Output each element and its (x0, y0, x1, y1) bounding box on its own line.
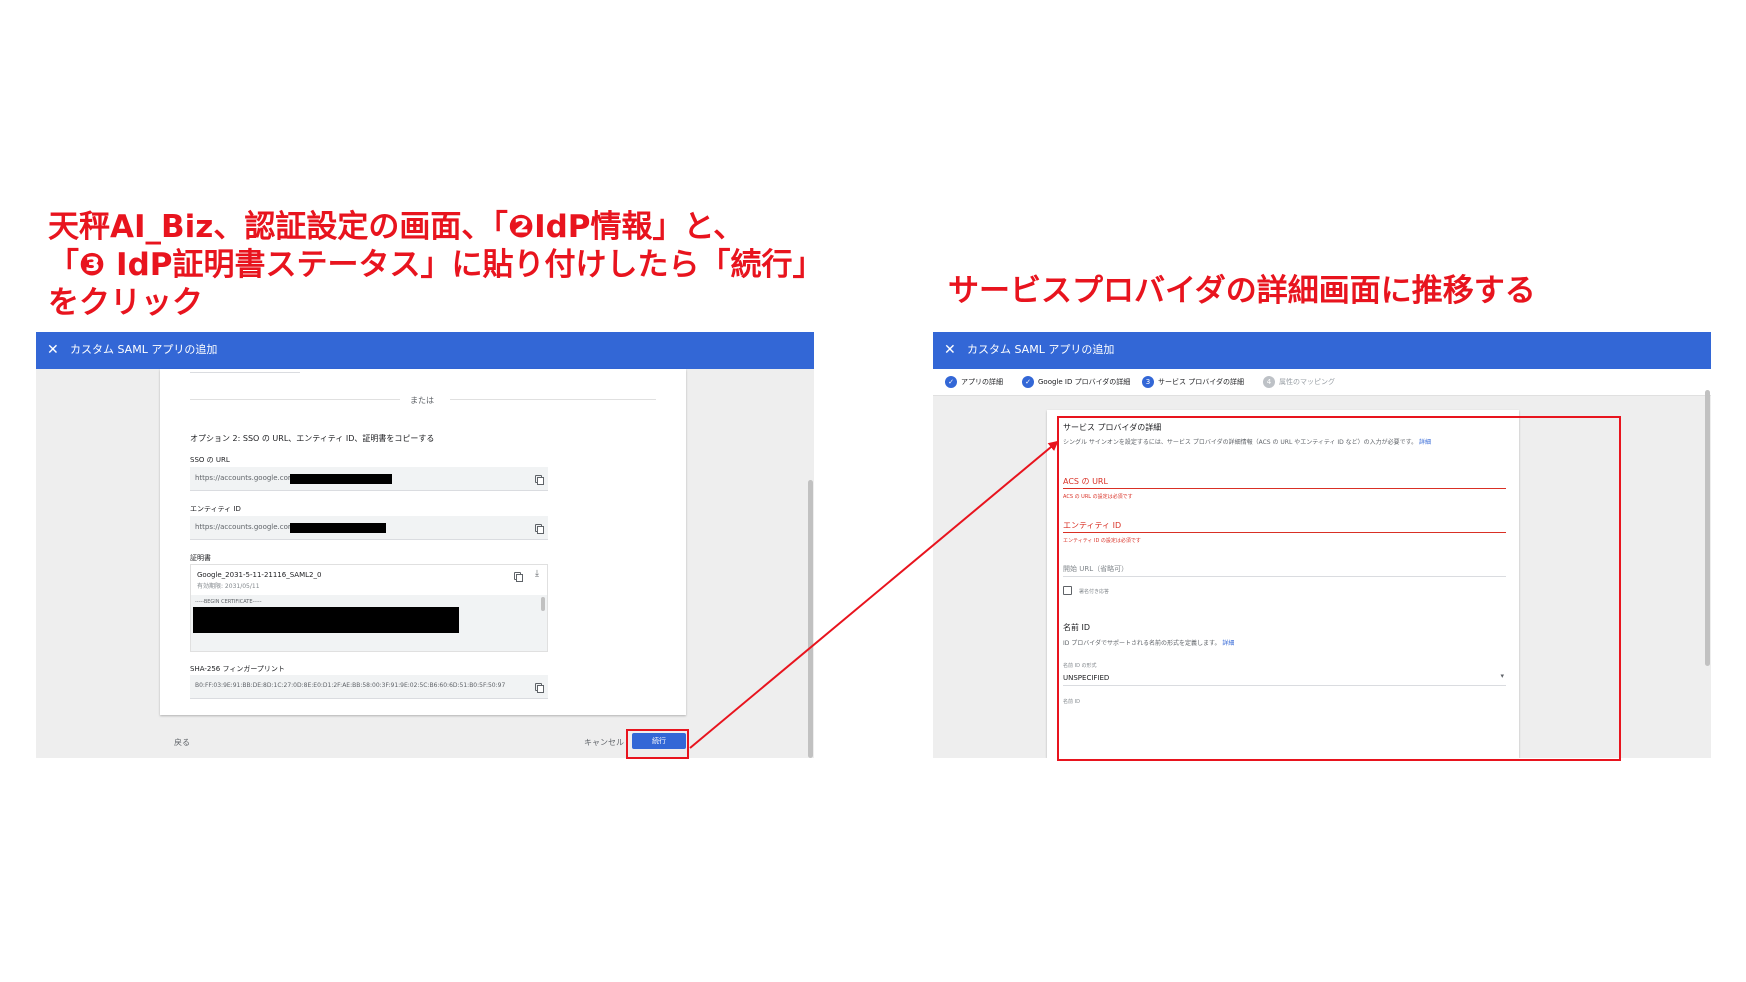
copy-icon[interactable] (535, 524, 544, 534)
redaction-box (290, 474, 392, 484)
check-icon: ✓ (1022, 376, 1034, 388)
certificate-begin: -----BEGIN CERTIFICATE----- (195, 599, 262, 605)
left-caption-line2: 「❸ IdP証明書ステータス」に貼り付けしたら「続行」 (48, 247, 824, 283)
left-caption-line1: 天秤AI_Biz、認証設定の画面、「❷IdP情報」と、 (48, 209, 745, 245)
fingerprint-label: SHA-256 フィンガープリント (190, 665, 285, 673)
idp-details-card: または オプション 2: SSO の URL、エンティティ ID、証明書をコピー… (160, 369, 686, 715)
close-icon[interactable]: ✕ (47, 341, 59, 359)
option2-heading: オプション 2: SSO の URL、エンティティ ID、証明書をコピーする (190, 434, 435, 443)
certificate-box: Google_2031-5-11-21116_SAML2_0 有効期限: 203… (190, 564, 548, 652)
fingerprint-field: B0:FF:03:9E:91:BB:DE:8D:1C:27:0D:8E:E0:D… (190, 675, 548, 699)
divider-left (190, 399, 400, 400)
divider-text: または (410, 396, 434, 405)
dialog-header: ✕ カスタム SAML アプリの追加 (36, 332, 814, 369)
certificate-body: -----BEGIN CERTIFICATE----- (191, 595, 547, 651)
fingerprint-value: B0:FF:03:9E:91:BB:DE:8D:1C:27:0D:8E:E0:D… (195, 682, 506, 689)
download-icon[interactable]: ⤓ (535, 569, 539, 579)
left-screenshot: ✕ カスタム SAML アプリの追加 または オプション 2: SSO の UR… (36, 332, 814, 758)
step-app-details[interactable]: ✓ アプリの詳細 (945, 375, 1003, 389)
copy-icon[interactable] (514, 572, 523, 582)
check-icon: ✓ (945, 376, 957, 388)
certificate-expiry: 有効期限: 2031/05/11 (197, 583, 260, 590)
copy-icon[interactable] (535, 683, 544, 693)
sp-details-highlight-box (1057, 416, 1621, 761)
step-number-icon: 4 (1263, 376, 1275, 388)
sso-url-value: https://accounts.google.com/ (195, 474, 298, 482)
step-number-icon: 3 (1142, 376, 1154, 388)
copy-icon[interactable] (535, 475, 544, 485)
entity-id-field: https://accounts.google.com/ (190, 516, 548, 540)
close-icon[interactable]: ✕ (944, 341, 956, 359)
page-scrollbar[interactable] (1705, 390, 1710, 666)
step-attribute-mapping[interactable]: 4 属性のマッピング (1263, 375, 1335, 389)
sso-url-label: SSO の URL (190, 456, 230, 464)
redaction-box (193, 607, 459, 633)
slide: { "captions": { "left_line1": "天秤AI_Biz、… (0, 0, 1746, 982)
left-caption: 天秤AI_Biz、認証設定の画面、「❷IdP情報」と、 「❸ IdP証明書ステー… (48, 208, 824, 322)
continue-highlight-box (626, 729, 689, 759)
back-button[interactable]: 戻る (174, 737, 190, 748)
dialog-header: ✕ カスタム SAML アプリの追加 (933, 332, 1711, 369)
stepper: ✓ アプリの詳細 ✓ Google ID プロバイダの詳細 3 サービス プロバイダの… (933, 369, 1711, 396)
cancel-button[interactable]: キャンセル (584, 737, 624, 748)
certificate-scrollbar[interactable] (541, 597, 545, 611)
download-button-edge (190, 369, 300, 373)
page-scrollbar[interactable] (808, 480, 813, 758)
sso-url-field: https://accounts.google.com/ (190, 467, 548, 491)
entity-id-label: エンティティ ID (190, 505, 241, 513)
entity-id-value: https://accounts.google.com/ (195, 523, 298, 531)
right-caption: サービスプロバイダの詳細画面に推移する (948, 273, 1536, 309)
step-google-idp-details[interactable]: ✓ Google ID プロバイダの詳細 (1022, 375, 1130, 389)
step-service-provider-details[interactable]: 3 サービス プロバイダの詳細 (1142, 375, 1244, 389)
redaction-box (290, 523, 386, 533)
certificate-name: Google_2031-5-11-21116_SAML2_0 (197, 571, 322, 579)
divider-right (450, 399, 656, 400)
left-caption-line3: をクリック (48, 285, 203, 321)
dialog-title: カスタム SAML アプリの追加 (967, 343, 1115, 356)
dialog-title: カスタム SAML アプリの追加 (70, 343, 218, 356)
certificate-label: 証明書 (190, 554, 211, 562)
